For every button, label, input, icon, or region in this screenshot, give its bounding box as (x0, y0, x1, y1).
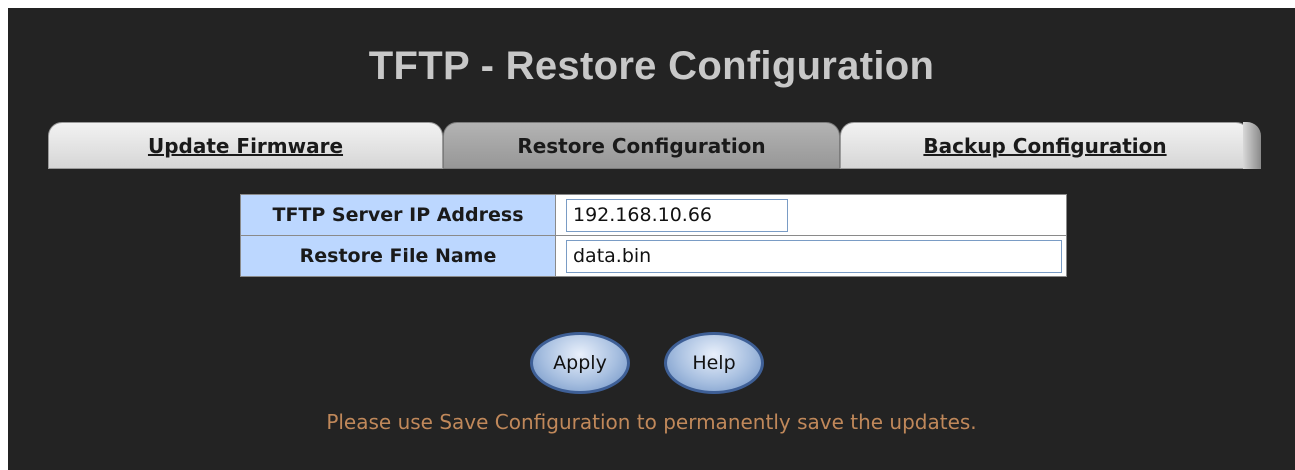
tab-bar-end-cap (1243, 122, 1261, 169)
apply-button[interactable]: Apply (530, 332, 630, 394)
table-row-file-name: Restore File Name (240, 235, 1067, 277)
server-ip-label: TFTP Server IP Address (240, 194, 556, 236)
main-panel: TFTP - Restore Configuration Update Firm… (8, 8, 1295, 470)
tab-restore-configuration[interactable]: Restore Configuration (443, 122, 840, 169)
page-title: TFTP - Restore Configuration (368, 44, 935, 88)
help-button[interactable]: Help (664, 332, 764, 394)
file-name-input[interactable] (566, 239, 1062, 273)
file-name-cell (555, 235, 1067, 277)
tab-bar: Update Firmware Restore Configuration Ba… (48, 122, 1261, 169)
save-configuration-note: Please use Save Configuration to permane… (326, 410, 977, 434)
tab-restore-configuration-label: Restore Configuration (517, 133, 766, 158)
tab-backup-configuration-label[interactable]: Backup Configuration (923, 134, 1166, 158)
tab-update-firmware-label[interactable]: Update Firmware (148, 134, 343, 158)
button-row: Apply Help (8, 332, 1295, 396)
tab-backup-configuration[interactable]: Backup Configuration (840, 122, 1250, 169)
server-ip-cell (555, 194, 1067, 236)
tftp-settings-table: TFTP Server IP Address Restore File Name (240, 194, 1067, 277)
table-row-server-ip: TFTP Server IP Address (240, 194, 1067, 236)
file-name-label: Restore File Name (240, 235, 556, 277)
server-ip-input[interactable] (566, 198, 788, 232)
tab-update-firmware[interactable]: Update Firmware (48, 122, 443, 169)
